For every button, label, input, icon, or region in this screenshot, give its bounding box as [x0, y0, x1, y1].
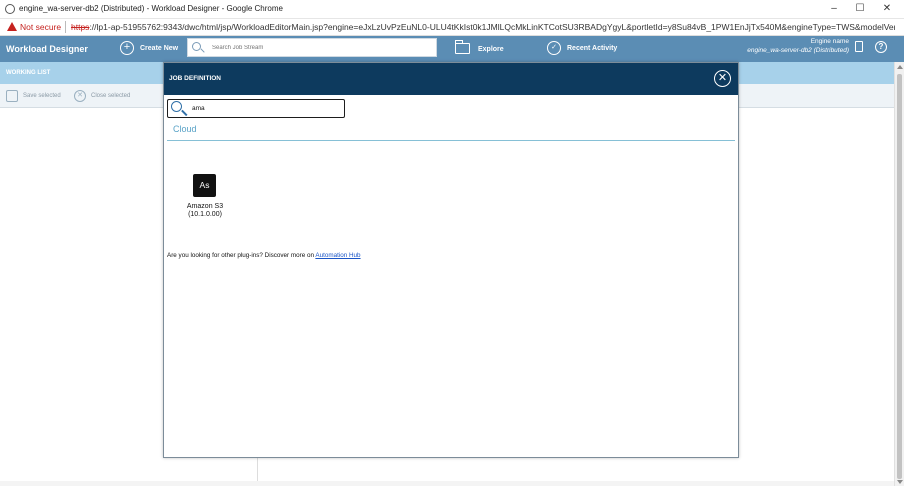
automation-hub-link[interactable]: Automation Hub [315, 252, 360, 259]
close-selected-button[interactable]: Close selected [91, 93, 130, 99]
bottom-strip [0, 481, 904, 486]
close-modal-icon[interactable]: ✕ [714, 70, 731, 87]
working-list-title: WORKING LIST [6, 70, 51, 76]
close-window-button[interactable]: ✕ [879, 2, 895, 16]
url-scheme: https [71, 22, 90, 32]
modal-header: JOB DEFINITION ✕ [164, 63, 738, 95]
plugin-card-amazon-s3[interactable]: As Amazon S3 (10.1.0.00) [179, 171, 231, 223]
engine-name-value[interactable]: engine_wa-server-db2 (Distributed) [747, 47, 849, 54]
search-icon [171, 101, 182, 112]
window-titlebar: engine_wa-server-db2 (Distributed) - Wor… [0, 0, 904, 19]
scroll-down-icon[interactable] [897, 480, 903, 484]
plugin-search-input[interactable] [192, 103, 342, 114]
address-separator [65, 21, 66, 33]
engine-name-label: Engine name [810, 38, 849, 45]
job-definition-modal: JOB DEFINITION ✕ Cloud As Amazon S3 (10.… [163, 62, 739, 458]
not-secure-label[interactable]: Not secure [20, 22, 61, 32]
address-bar[interactable]: Not secure https://lp1-ap-51955762:9343/… [0, 19, 904, 36]
category-title: Cloud [173, 124, 197, 134]
help-icon[interactable]: ? [875, 41, 887, 53]
window-title: engine_wa-server-db2 (Distributed) - Wor… [19, 4, 283, 13]
page-scrollbar[interactable] [894, 62, 904, 486]
amazon-s3-icon[interactable]: As [193, 174, 216, 197]
modal-title: JOB DEFINITION [169, 75, 222, 82]
plugin-name: Amazon S3 [186, 203, 224, 210]
plugin-version: (10.1.0.00) [188, 211, 222, 218]
scroll-up-icon[interactable] [897, 65, 903, 69]
job-stream-search[interactable] [187, 38, 437, 57]
plus-icon[interactable]: + [120, 41, 134, 55]
plugin-search[interactable] [167, 99, 345, 118]
url-path: ://lp1-ap-51955762:9343/dwc/html/jsp/Wor… [89, 22, 895, 32]
clock-icon[interactable]: ✓ [547, 41, 561, 55]
minimize-button[interactable]: – [826, 2, 842, 16]
discover-more-text: Are you looking for other plug-ins? Disc… [167, 252, 361, 259]
recent-activity-button[interactable]: Recent Activity [567, 45, 617, 52]
close-circle-icon[interactable]: ✕ [74, 90, 86, 102]
save-icon[interactable] [6, 90, 18, 102]
category-divider [167, 140, 735, 141]
explore-button[interactable]: Explore [478, 46, 504, 53]
create-new-button[interactable]: Create New [140, 45, 178, 52]
save-selected-button[interactable]: Save selected [23, 93, 61, 99]
document-icon[interactable] [855, 41, 863, 52]
app-title: Workload Designer [6, 44, 88, 54]
url-text[interactable]: https://lp1-ap-51955762:9343/dwc/html/js… [71, 22, 895, 32]
search-icon [192, 42, 201, 51]
job-stream-search-input[interactable] [212, 42, 432, 54]
scrollbar-thumb[interactable] [897, 74, 902, 479]
discover-text: Are you looking for other plug-ins? Disc… [167, 252, 316, 259]
folder-icon[interactable] [455, 40, 470, 54]
maximize-button[interactable]: ☐ [852, 2, 868, 16]
browser-favicon-icon [5, 4, 15, 14]
warning-icon [7, 22, 17, 31]
